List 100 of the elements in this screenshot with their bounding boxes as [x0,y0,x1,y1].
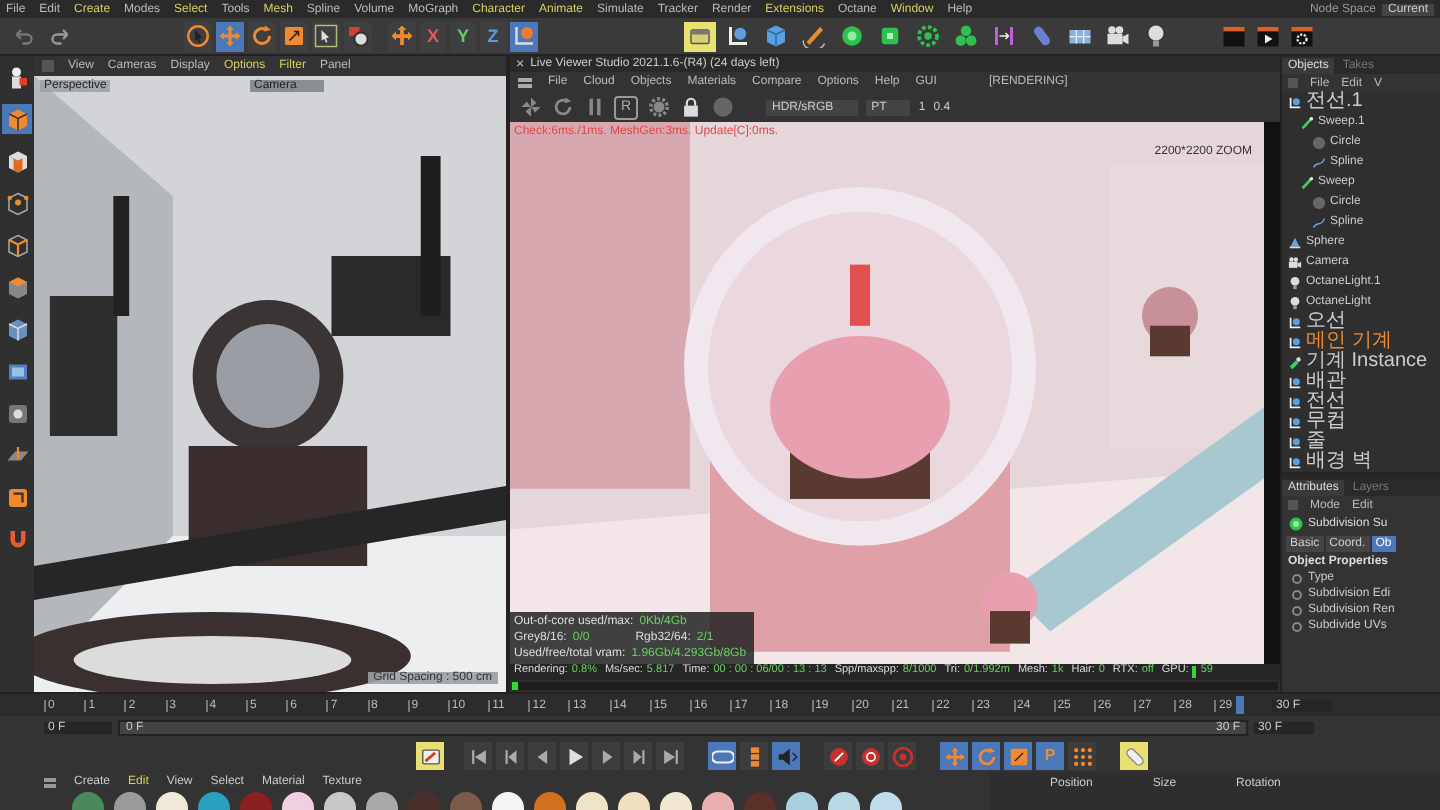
tree-item[interactable]: 배관 [1282,372,1440,392]
material-swatch[interactable] [576,792,608,810]
render-icon [346,24,370,48]
panel-toggle[interactable] [1288,500,1298,510]
light-bulb-icon [1288,275,1302,289]
material-swatch[interactable] [240,792,272,810]
material-swatch[interactable] [828,792,860,810]
transport-button[interactable] [496,742,524,770]
material-swatch[interactable] [366,792,398,810]
subdivision-icon [1288,516,1304,532]
transport-button[interactable] [464,742,492,770]
object-button[interactable] [912,21,944,51]
radio-button[interactable] [1292,573,1302,583]
tool-button[interactable] [248,21,276,51]
tree-item[interactable]: 기계 Instance [1282,352,1440,372]
tree-item[interactable]: 오선 [1282,312,1440,332]
material-swatch[interactable] [324,792,356,810]
tool-button[interactable] [312,21,340,51]
cursor-icon [186,24,210,48]
tool-button[interactable] [510,21,538,51]
render-button[interactable] [1288,22,1316,50]
mode-button[interactable] [2,230,32,260]
workplane-icon [5,443,29,467]
tool-button[interactable] [344,21,372,51]
transport-button[interactable] [740,742,768,770]
material-swatch[interactable] [870,792,902,810]
tool-button[interactable]: Y [450,21,476,51]
material-swatch[interactable] [744,792,776,810]
material-swatch[interactable] [702,792,734,810]
checker-cube-icon [5,149,29,173]
radio-button[interactable] [1292,605,1302,615]
transport-button[interactable] [592,742,620,770]
tree-label: 메인 기계 [1306,332,1392,352]
material-swatch[interactable] [72,792,104,810]
tool-button[interactable] [216,21,244,51]
subdivision-icon [840,24,864,48]
material-swatch[interactable] [492,792,524,810]
tool-button[interactable] [280,21,308,51]
material-swatch[interactable] [786,792,818,810]
material-swatch[interactable] [450,792,482,810]
tree-item[interactable]: 줄 [1282,432,1440,452]
material-swatch[interactable] [534,792,566,810]
rotate-icon [975,745,997,767]
deformer-icon [992,24,1016,48]
tool-button[interactable]: Z [480,21,506,51]
panel-toggle[interactable] [42,60,54,72]
null-object-icon [1288,395,1302,409]
tool-button[interactable] [184,21,212,51]
render-button[interactable] [1254,22,1282,50]
material-swatch[interactable] [618,792,650,810]
transport-button[interactable] [624,742,652,770]
null-object-icon [1288,435,1302,449]
null-object-icon [1288,375,1302,389]
tree-item[interactable]: 무컵 [1282,412,1440,432]
viewer-tool-button[interactable] [678,95,702,119]
tree-item[interactable]: 전선 [1282,392,1440,412]
menu-icon[interactable] [44,777,56,787]
null-object-icon [1288,95,1302,109]
material-swatch[interactable] [660,792,692,810]
material-swatch[interactable] [114,792,146,810]
panel-toggle[interactable] [1288,78,1298,88]
object-button[interactable] [836,21,868,51]
scale-icon [282,24,306,48]
tree-item[interactable]: 배경 벽 [1282,452,1440,472]
refresh-icon [551,96,573,118]
tree-label: 무컵 [1306,412,1346,432]
pen-icon [802,24,826,48]
tree-label: 배경 벽 [1306,452,1372,472]
tree-label: 전선 [1306,392,1346,412]
move-icon [390,24,414,48]
tree-label: 줄 [1306,432,1326,452]
solo-icon [5,401,29,425]
transport-button[interactable] [656,742,684,770]
tool-button[interactable] [388,21,416,51]
mode-button[interactable] [2,188,32,218]
transport-button[interactable] [856,742,884,770]
object-button[interactable] [798,21,830,51]
sweep-icon [1300,115,1314,129]
light-bulb-icon [1288,295,1302,309]
transport-button[interactable] [824,742,852,770]
keyframe-icon [891,745,913,767]
pinwheel-icon [519,96,541,118]
transport-button[interactable] [416,742,444,770]
radio-button[interactable] [1292,621,1302,631]
material-swatch[interactable] [282,792,314,810]
redo-icon [47,24,71,48]
menu-icon[interactable] [518,77,532,87]
null-object-icon [1288,455,1302,469]
material-swatch[interactable] [156,792,188,810]
tree-item[interactable]: 전선.1 [1282,92,1440,112]
transport-button[interactable] [560,742,588,770]
object-button[interactable] [950,21,982,51]
tree-label: 오선 [1306,312,1346,332]
radio-button[interactable] [1292,589,1302,599]
transport-button[interactable] [528,742,556,770]
material-swatch[interactable] [198,792,230,810]
transport-button[interactable] [1068,742,1096,770]
tree-item[interactable]: 메인 기계 [1282,332,1440,352]
range-handle[interactable] [1235,696,1244,714]
object-button[interactable] [684,21,716,51]
